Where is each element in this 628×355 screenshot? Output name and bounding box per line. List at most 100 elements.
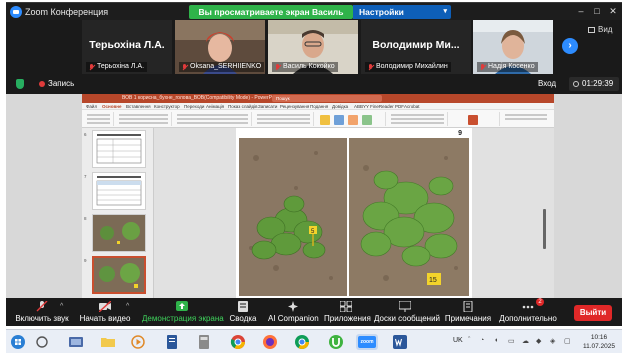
- ppt-menu-item: Конструктор: [154, 104, 180, 109]
- view-options-button[interactable]: Настройки просмотра ▾: [353, 5, 451, 31]
- powerpoint-window: ВОВ 1 корисна_бухне_голова_ВОВ(Compatibi…: [82, 94, 554, 298]
- ppt-menu-item: Рецензування: [280, 104, 310, 109]
- onedrive-icon[interactable]: ☁: [522, 337, 529, 345]
- slide-thumbnail: [92, 172, 146, 210]
- mic-muted-icon: [36, 301, 48, 312]
- notification-icon[interactable]: ▢: [564, 337, 571, 345]
- slide-number: 9: [458, 130, 462, 137]
- slide: 9 5 15: [236, 128, 472, 298]
- zoom-logo-icon: [10, 6, 22, 18]
- ppt-ribbon: [82, 110, 554, 128]
- maximize-button[interactable]: □: [590, 5, 604, 18]
- ai-companion-button[interactable]: AI Companion: [268, 298, 319, 326]
- participant-tile[interactable]: Oksana_SERHIIENKO: [175, 20, 265, 74]
- ribbon-group: [116, 112, 172, 126]
- clock-time: 10:16: [590, 334, 608, 341]
- clock-date: 11.07.2025: [582, 343, 616, 350]
- leave-button[interactable]: Выйти: [574, 305, 612, 321]
- mic-muted-icon: [182, 63, 188, 71]
- thumbnail-number: 7: [84, 174, 87, 179]
- slide-thumbnail: [92, 214, 146, 252]
- chevron-up-icon[interactable]: ^: [126, 303, 129, 310]
- chrome-alt-icon[interactable]: [294, 334, 310, 350]
- more-icon: [522, 305, 534, 309]
- start-icon[interactable]: [10, 334, 26, 350]
- app-title: Zoom Конференция: [25, 7, 109, 17]
- ppt-menu-item: Довідка: [332, 104, 349, 109]
- windows-taskbar: zoom UK ˆ ◔ ◖ ▭ ☁ ◆ ◈ ▢ 10:16 11.07.2025: [6, 329, 622, 353]
- shape-icon: [362, 115, 372, 125]
- apps-button[interactable]: Приложения: [324, 298, 371, 326]
- zoom-app-label: zoom: [358, 336, 376, 348]
- plant-photos: 5 15: [239, 138, 469, 296]
- task-view-icon[interactable]: [34, 334, 50, 350]
- firefox-icon[interactable]: [262, 334, 278, 350]
- security-icon[interactable]: ◆: [536, 337, 541, 345]
- keyboard-language[interactable]: UK: [453, 337, 463, 344]
- recording-label[interactable]: Запись: [48, 79, 74, 88]
- scrollbar[interactable]: [543, 209, 546, 249]
- notes-icon: [463, 301, 473, 312]
- participant-tile[interactable]: Надія Косенко: [473, 20, 553, 74]
- folder-icon[interactable]: [100, 334, 116, 350]
- ribbon-group: [316, 112, 386, 126]
- zoom-window: Zoom Конференция Вы просматриваете экран…: [0, 0, 628, 355]
- ribbon-group: [254, 112, 314, 126]
- ribbon-group: [450, 112, 500, 126]
- participant-tile[interactable]: Терьохіна Л.А. Терьохіна Л.А.: [82, 20, 172, 74]
- calculator-icon[interactable]: [196, 334, 212, 350]
- system-clock[interactable]: 10:16 11.07.2025: [580, 333, 618, 351]
- slide-thumbnails: 6 7 8 9: [82, 128, 154, 298]
- slide-thumbnail: [92, 130, 146, 168]
- ppt-menu-item: Основне: [102, 104, 122, 109]
- chevron-up-icon[interactable]: ^: [60, 303, 63, 310]
- mic-muted-icon: [89, 63, 95, 71]
- ppt-menu-item: Acrobat: [404, 104, 420, 109]
- share-screen-button[interactable]: Демонстрация экрана: [142, 298, 224, 326]
- speaker-icon[interactable]: ◖: [494, 337, 498, 344]
- meeting-toolbar: Включить звук ^ Начать видео ^ Демонстра…: [6, 298, 622, 326]
- notes-button[interactable]: Примечания: [444, 298, 492, 326]
- close-button[interactable]: ✕: [606, 5, 620, 18]
- participant-label: Надія Косенко: [477, 62, 538, 72]
- more-button[interactable]: Дополнительно: [498, 298, 558, 326]
- zoom-icon[interactable]: zoom: [356, 334, 378, 350]
- ribbon-group: [502, 112, 550, 126]
- battery-icon[interactable]: ▭: [508, 337, 515, 345]
- shape-icon: [320, 115, 330, 125]
- app-tray-icon[interactable]: ◈: [550, 337, 555, 345]
- shape-icon: [348, 115, 358, 125]
- chrome-icon[interactable]: [230, 334, 246, 350]
- file-explorer-icon[interactable]: [68, 334, 84, 350]
- ppt-menu-item: Подання: [310, 104, 329, 109]
- thumbnail-number: 8: [84, 216, 87, 221]
- ppt-menu-item: Анімація: [206, 104, 225, 109]
- shield-icon[interactable]: [16, 79, 24, 89]
- utorrent-icon[interactable]: [328, 334, 344, 350]
- participant-tile[interactable]: Володимир Ми... Володимир Михайлин: [361, 20, 471, 74]
- participant-label: Василь Кокойко: [272, 62, 338, 72]
- next-page-button[interactable]: ›: [562, 38, 578, 54]
- ppt-title-bar: ВОВ 1 корисна_бухне_голова_ВОВ(Compatibi…: [82, 94, 554, 103]
- exit-fullscreen-label[interactable]: Вход: [538, 79, 556, 88]
- whiteboards-button[interactable]: Доски сообщений: [374, 298, 440, 326]
- ppt-search: Пошук: [272, 95, 382, 102]
- ppt-menu-bar: Файл Основне Вставлення Конструктор Пере…: [82, 103, 554, 110]
- video-strip: Терьохіна Л.А. Терьохіна Л.А. Oksana_SER…: [6, 20, 622, 74]
- summary-button[interactable]: Сводка: [226, 298, 260, 326]
- record-icon: [39, 81, 45, 87]
- word-icon[interactable]: [392, 334, 408, 350]
- participant-label: Oksana_SERHIIENKO: [179, 62, 265, 72]
- tray-overflow-icon[interactable]: ˆ: [468, 337, 470, 344]
- summary-icon: [238, 301, 248, 312]
- acrobat-icon: [468, 115, 478, 125]
- mic-muted-icon: [275, 63, 281, 71]
- word-doc-icon[interactable]: [164, 334, 180, 350]
- shared-screen: ВОВ 1 корисна_бухне_голова_ВОВ(Compatibi…: [6, 94, 622, 298]
- wifi-icon[interactable]: ◔: [480, 337, 484, 344]
- view-button[interactable]: Вид: [588, 25, 612, 34]
- media-icon[interactable]: [130, 334, 146, 350]
- apps-icon: [340, 301, 352, 312]
- participant-tile[interactable]: Василь Кокойко: [268, 20, 358, 74]
- minimize-button[interactable]: –: [574, 5, 588, 18]
